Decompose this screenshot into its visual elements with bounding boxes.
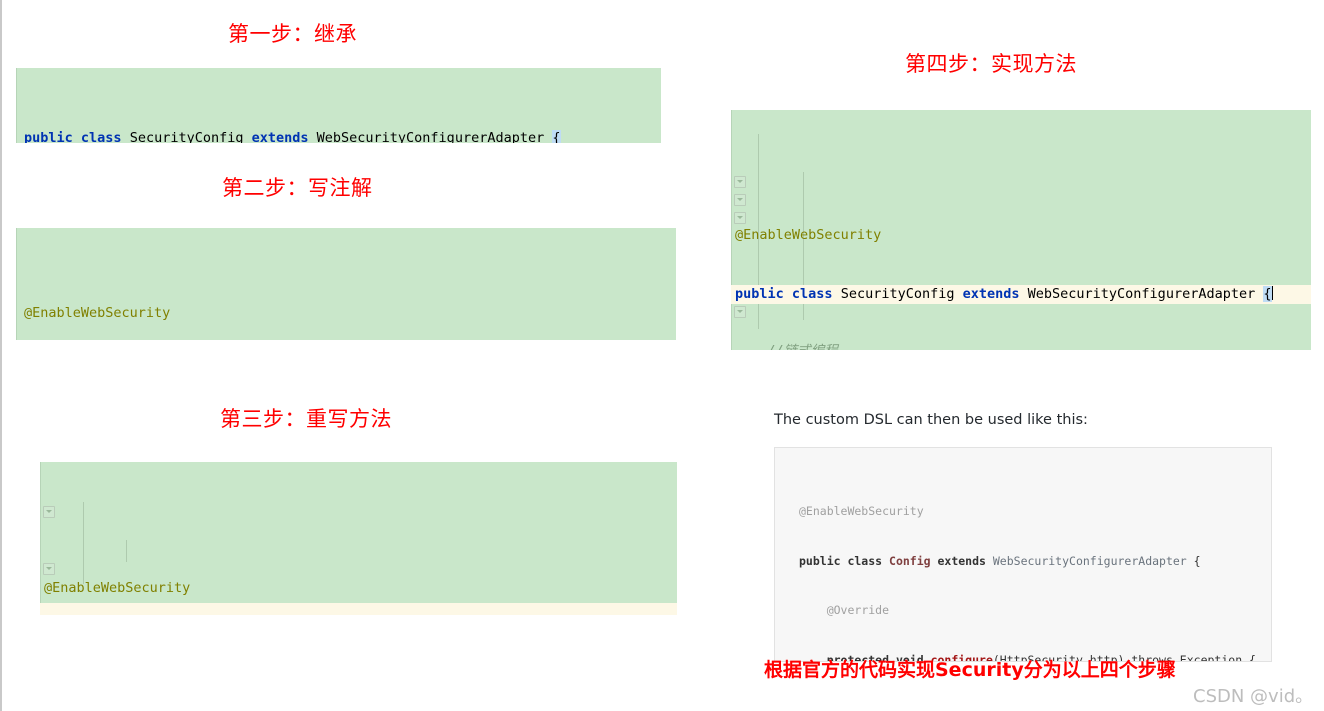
code-line: @EnableWebSecurity xyxy=(799,503,1271,520)
token-supertype: WebSecurityConfigurerAdapter xyxy=(992,553,1187,568)
fold-arrow-icon xyxy=(43,506,55,518)
step3-title: 第三步：重写方法 xyxy=(220,407,392,431)
token-supertype: WebSecurityConfigurerAdapter xyxy=(308,130,553,143)
token-brace: { xyxy=(1263,286,1272,302)
token-brace: { xyxy=(552,130,561,143)
code-block-step4: @EnableWebSecurity public class Security… xyxy=(731,110,1311,350)
step4-title: 第四步：实现方法 xyxy=(905,52,1077,76)
token-comment: //链式编程 xyxy=(768,343,838,350)
code-block-step2: @EnableWebSecurity public class Security… xyxy=(16,228,676,340)
token-annotation: @EnableWebSecurity xyxy=(799,504,924,518)
code-block-step3-cream-strip xyxy=(40,603,677,615)
token-keyword: extends xyxy=(251,130,309,143)
fold-arrow-icon xyxy=(734,306,746,318)
token-annotation: @EnableWebSecurity xyxy=(735,227,882,243)
token-keyword: extends xyxy=(962,286,1020,302)
step1-title: 第一步：继承 xyxy=(228,22,357,46)
token-keyword: public class xyxy=(799,553,890,568)
token-supertype: WebSecurityConfigurerAdapter xyxy=(1019,286,1264,302)
code-line: public class Config extends WebSecurityC… xyxy=(799,553,1271,570)
code-line: @EnableWebSecurity xyxy=(40,576,677,601)
dsl-caption: The custom DSL can then be used like thi… xyxy=(774,412,1088,428)
token-classname: SecurityConfig xyxy=(121,130,252,143)
code-block-step1: public class SecurityConfig extends WebS… xyxy=(16,68,661,143)
token-classname: Config xyxy=(889,553,931,568)
token-keyword: class xyxy=(80,130,122,143)
code-line-current: public class SecurityConfig extends WebS… xyxy=(731,285,1311,304)
csdn-watermark: CSDN @vid。 xyxy=(1193,686,1314,707)
token-classname: SecurityConfig xyxy=(832,286,963,302)
code-line: //链式编程 xyxy=(731,342,1311,350)
code-block-step3: @EnableWebSecurity public class Security… xyxy=(40,462,677,607)
code-line: @EnableWebSecurity xyxy=(731,224,1311,247)
footer-note: 根据官方的代码实现Security分为以上四个步骤 xyxy=(764,659,1176,681)
page-left-edge xyxy=(0,0,2,711)
token-keyword: class xyxy=(791,286,833,302)
token-keyword: public xyxy=(24,130,73,143)
token-keyword: public xyxy=(735,286,784,302)
fold-arrow-icon xyxy=(43,563,55,575)
text-caret xyxy=(1271,286,1273,300)
token-annotation: @EnableWebSecurity xyxy=(44,580,191,596)
fold-arrow-icon xyxy=(734,176,746,188)
code-line: @Override xyxy=(799,602,1271,619)
page-root: 第一步：继承 public class SecurityConfig exten… xyxy=(0,0,1324,711)
fold-arrow-icon xyxy=(734,212,746,224)
fold-arrow-icon xyxy=(734,194,746,206)
code-line: public class SecurityConfig extends WebS… xyxy=(16,125,661,143)
token-annotation: @EnableWebSecurity xyxy=(24,305,171,321)
token-annotation: @Override xyxy=(826,603,890,617)
token-keyword: extends xyxy=(930,553,993,568)
token-brace: { xyxy=(1186,553,1201,568)
code-block-dsl: @EnableWebSecurity public class Config e… xyxy=(774,447,1272,662)
code-line: @EnableWebSecurity xyxy=(16,285,676,330)
step2-title: 第二步：写注解 xyxy=(222,176,373,200)
